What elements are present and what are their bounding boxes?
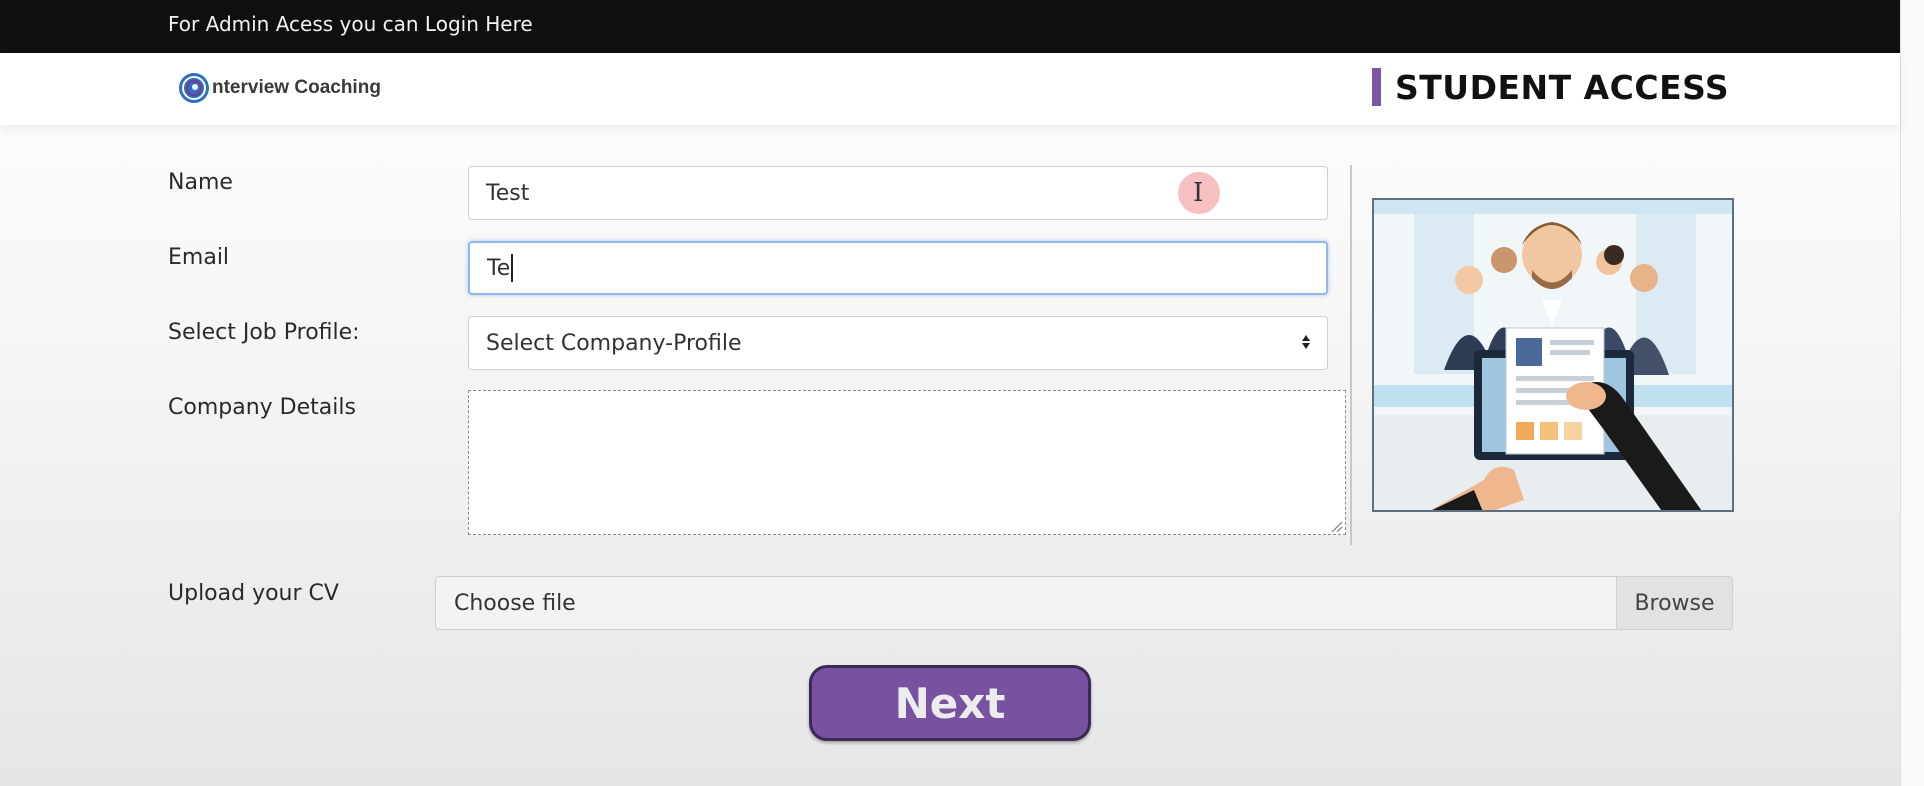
resize-handle-icon[interactable] [1329,518,1343,533]
email-label: Email [168,245,230,270]
logo-swirl-icon [178,72,210,104]
title-accent-bar [1372,68,1381,106]
up-down-arrows-icon [1301,331,1311,355]
company-details-textarea[interactable] [468,390,1346,535]
admin-login-link[interactable]: For Admin Acess you can Login Here [168,12,533,36]
logo-text: nterview Coaching [212,77,381,98]
name-input-value: Test [486,180,530,206]
email-input-value: Te [487,255,511,281]
email-input[interactable]: Te [468,241,1328,295]
text-caret [511,254,514,282]
job-profile-selected: Select Company-Profile [486,330,742,356]
name-label: Name [168,170,233,195]
scrollbar[interactable] [1900,0,1924,786]
company-details-label: Company Details [168,395,356,420]
page-title: STUDENT ACCESS [1372,67,1730,107]
page-title-text: STUDENT ACCESS [1395,67,1730,107]
job-profile-select[interactable]: Select Company-Profile [468,316,1328,370]
upload-cv-label: Upload your CV [168,581,339,606]
recruitment-illustration [1372,198,1734,512]
logo[interactable]: nterview Coaching [178,70,381,106]
next-button[interactable]: Next [809,665,1091,741]
cv-file-text: Choose file [454,590,576,616]
vertical-divider [1350,165,1352,545]
job-profile-label: Select Job Profile: [168,320,360,345]
browse-button[interactable]: Browse [1616,577,1732,629]
top-bar: For Admin Acess you can Login Here [0,0,1900,53]
text-cursor-icon: I [1193,178,1204,208]
cv-file-input[interactable]: Choose file Browse [435,576,1733,630]
